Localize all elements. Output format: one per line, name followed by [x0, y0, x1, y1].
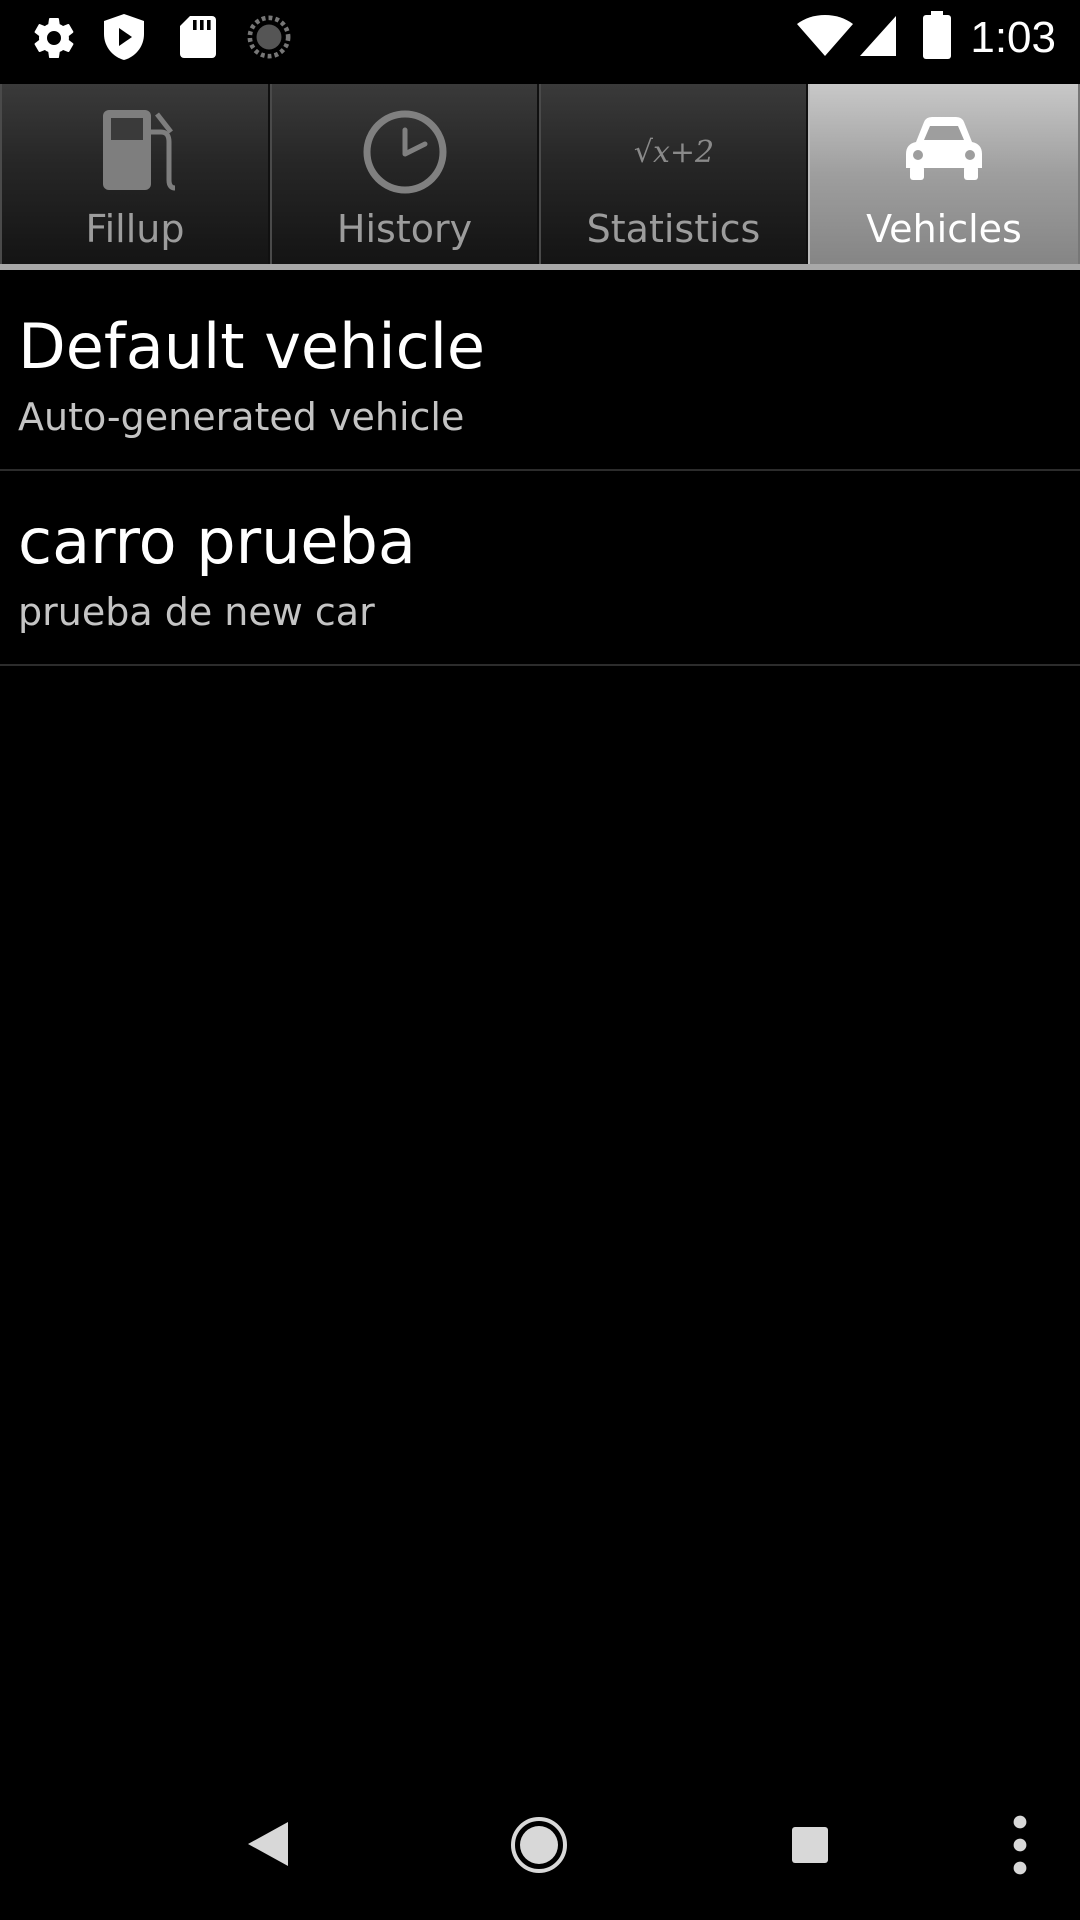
sync-circle-icon [247, 15, 291, 59]
tab-underline [0, 264, 1080, 270]
vehicle-name: carro prueba [18, 505, 416, 578]
tab-vehicles[interactable]: Vehicles [808, 84, 1080, 264]
tab-history[interactable]: History [270, 84, 539, 264]
math-formula-icon: √x+2 [633, 135, 713, 170]
vehicle-name: Default vehicle [18, 310, 486, 383]
tab-fillup[interactable]: Fillup [0, 84, 270, 264]
tab-label: Statistics [586, 207, 761, 251]
svg-text:√x+2: √x+2 [633, 135, 713, 170]
wifi-icon [797, 15, 853, 56]
list-item[interactable]: carro prueba prueba de new car [0, 471, 1080, 666]
cell-signal-icon [860, 16, 896, 56]
tab-label: Fillup [85, 207, 185, 251]
fuel-pump-icon [103, 110, 176, 191]
home-icon[interactable] [510, 1816, 568, 1874]
tab-label: History [336, 207, 473, 251]
vehicle-description: prueba de new car [18, 590, 375, 634]
battery-icon [923, 11, 951, 59]
navigation-bar [0, 1776, 1080, 1920]
shield-play-icon [104, 14, 144, 60]
recents-icon[interactable] [790, 1825, 830, 1865]
overflow-menu-icon[interactable] [1008, 1814, 1032, 1876]
list-item[interactable]: Default vehicle Auto-generated vehicle [0, 276, 1080, 471]
tab-statistics[interactable]: √x+2 Statistics [539, 84, 808, 264]
status-bar: 1:03 [0, 0, 1080, 84]
car-icon [906, 117, 982, 180]
vehicle-description: Auto-generated vehicle [18, 395, 465, 439]
tab-label: Vehicles [866, 207, 1022, 251]
vehicle-list: Default vehicle Auto-generated vehicle c… [0, 276, 1080, 666]
sd-card-icon [180, 16, 216, 58]
clock-icon [363, 110, 446, 194]
back-icon[interactable] [246, 1820, 290, 1868]
tab-bar: Fillup History √x+2 Statistics Vehicles [0, 84, 1080, 270]
status-time: 1:03 [970, 13, 1056, 62]
settings-icon [34, 18, 74, 59]
